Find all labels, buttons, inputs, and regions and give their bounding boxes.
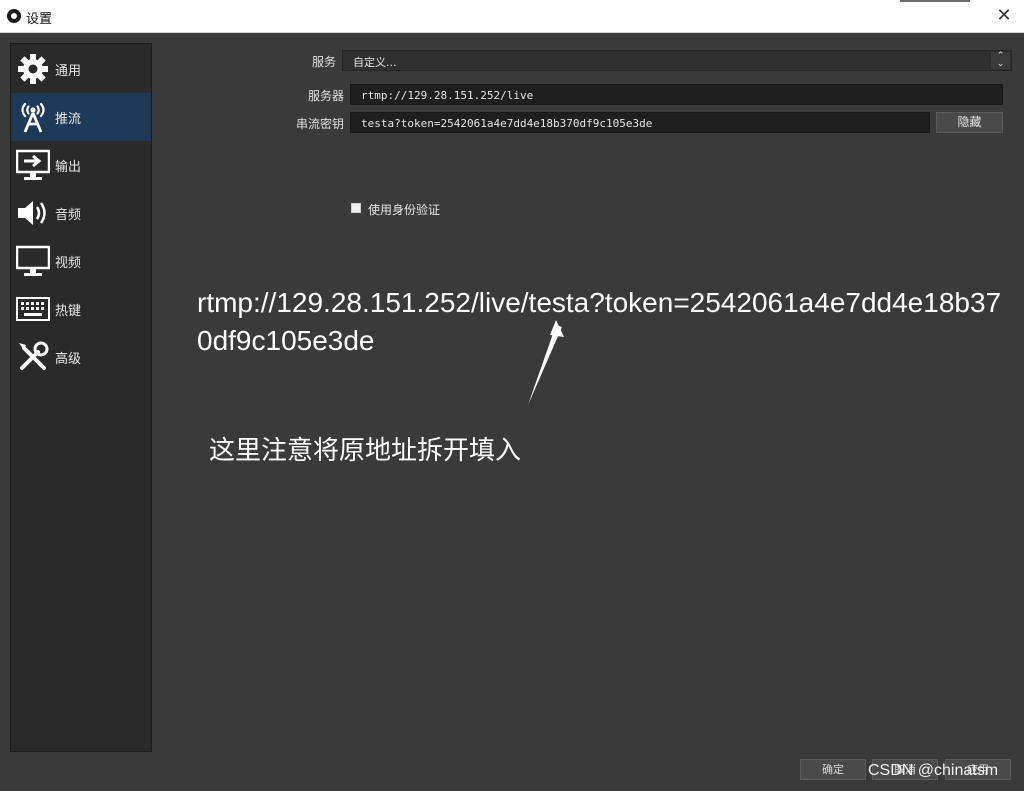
title-bar: 设置 ✕ xyxy=(0,0,1024,33)
sidebar-item-label: 音频 xyxy=(55,207,82,223)
annotation-url: rtmp://129.28.151.252/live/testa?token=2… xyxy=(197,287,1002,356)
server-label: 服务器 xyxy=(307,89,344,103)
sidebar-item-output[interactable]: 输出 xyxy=(11,141,151,189)
sidebar-item-label: 推流 xyxy=(55,111,82,127)
watermark: CSDN @chinatsm xyxy=(868,762,999,779)
settings-sidebar: 通用 推流 输出 音频 视频 热键 高级 xyxy=(10,43,152,752)
tools-icon xyxy=(15,339,51,375)
service-select[interactable]: 自定义... ⌃ ⌄ xyxy=(342,50,1012,71)
server-value: rtmp://129.28.151.252/live xyxy=(361,89,534,102)
close-icon[interactable]: ✕ xyxy=(994,6,1014,26)
sidebar-item-label: 视频 xyxy=(55,255,82,271)
broadcast-tower-icon xyxy=(15,99,51,135)
annotation-arrow xyxy=(528,320,564,405)
auth-checkbox-label: 使用身份验证 xyxy=(368,203,441,217)
sidebar-item-general[interactable]: 通用 xyxy=(11,45,151,93)
ok-button[interactable]: 确定 xyxy=(800,759,866,780)
sidebar-item-label: 热键 xyxy=(55,303,82,319)
annotation-note: 这里注意将原地址拆开填入 xyxy=(209,436,522,466)
sidebar-item-hotkeys[interactable]: 热键 xyxy=(11,285,151,333)
service-value: 自定义... xyxy=(353,56,397,69)
obs-logo-icon xyxy=(7,9,21,23)
monitor-icon xyxy=(15,243,51,279)
speaker-icon xyxy=(15,195,51,231)
service-label: 服务 xyxy=(311,55,336,69)
sidebar-item-label: 高级 xyxy=(55,351,82,367)
stream-key-value: testa?token=2542061a4e7dd4e18b370df9c105… xyxy=(361,117,653,130)
sidebar-item-video[interactable]: 视频 xyxy=(11,237,151,285)
auth-checkbox[interactable] xyxy=(351,203,361,213)
sidebar-item-advanced[interactable]: 高级 xyxy=(11,333,151,381)
hide-button[interactable]: 隐藏 xyxy=(936,112,1003,133)
output-monitor-icon xyxy=(15,147,51,183)
gear-icon xyxy=(15,51,51,87)
sidebar-item-label: 输出 xyxy=(55,159,82,175)
stream-key-input[interactable]: testa?token=2542061a4e7dd4e18b370df9c105… xyxy=(350,112,930,133)
window-title: 设置 xyxy=(26,12,53,27)
keyboard-icon xyxy=(15,291,51,327)
stream-key-label: 串流密钥 xyxy=(295,117,344,131)
sidebar-item-label: 通用 xyxy=(55,63,82,79)
top-strip xyxy=(900,0,970,2)
sidebar-item-stream[interactable]: 推流 xyxy=(11,93,151,141)
server-input[interactable]: rtmp://129.28.151.252/live xyxy=(350,84,1003,105)
sidebar-item-audio[interactable]: 音频 xyxy=(11,189,151,237)
chevron-updown-icon: ⌃ ⌄ xyxy=(990,52,1010,69)
